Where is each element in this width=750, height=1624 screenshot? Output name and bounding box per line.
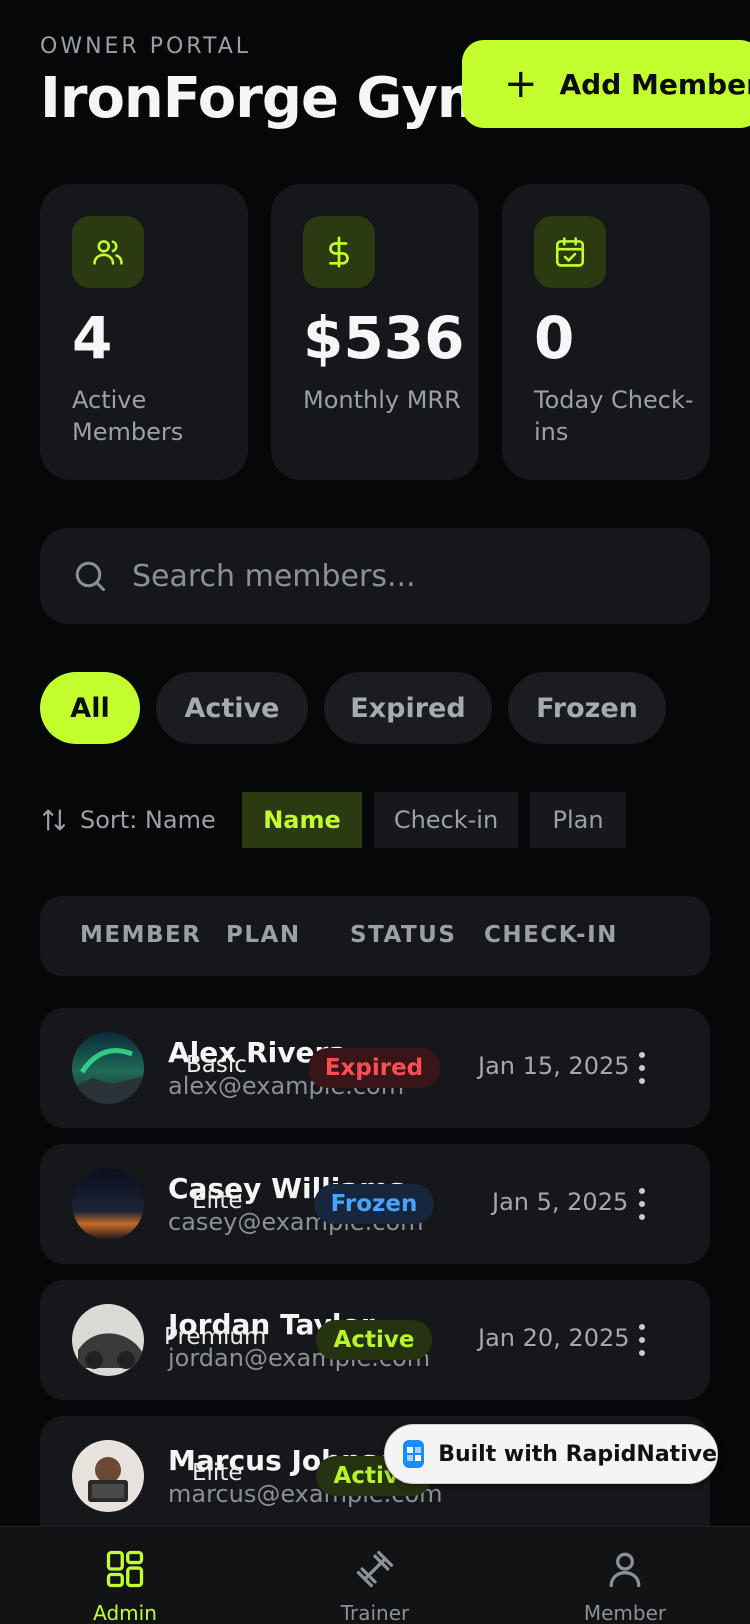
stat-card-monthly-mrr: $536 Monthly MRR [271,184,479,480]
stat-value: 4 [72,304,113,372]
built-with-badge[interactable]: Built with RapidNative [384,1424,718,1484]
dumbbell-icon [356,1550,394,1588]
sort-option-plan[interactable]: Plan [530,792,626,848]
table-row[interactable]: Alex Rivera alex@example.com Basic Expir… [40,1008,710,1128]
tab-member[interactable]: Member [545,1547,705,1624]
stat-card-today-checkins: 0 Today Check-ins [502,184,710,480]
stat-label: Monthly MRR [303,386,461,414]
table-row[interactable]: Casey Williams casey@example.com Elite F… [40,1144,710,1264]
checkin-date: Jan 20, 2025 [478,1324,630,1352]
status-badge: Frozen [314,1184,434,1224]
column-header-plan: PLAN [226,922,301,948]
column-header-status: STATUS [350,922,457,948]
filter-chip-frozen[interactable]: Frozen [508,672,666,744]
filter-chip-active[interactable]: Active [156,672,308,744]
page-title: IronForge Gym [40,66,495,131]
tab-trainer[interactable]: Trainer [295,1547,455,1624]
member-plan: Premium [164,1324,267,1350]
stat-label: Active Members [72,386,184,446]
filter-chip-all[interactable]: All [40,672,140,744]
member-plan: Basic [186,1052,247,1078]
tab-label: Member [583,1601,667,1624]
calendar-check-icon [534,216,606,288]
more-options-icon[interactable] [632,1320,652,1360]
tab-label: Admin [93,1601,157,1624]
table-row[interactable]: Jordan Taylor jordan@example.com Premium… [40,1280,710,1400]
stat-card-active-members: 4 Active Members [40,184,248,480]
column-header-member: MEMBER [80,922,202,948]
tab-admin[interactable]: Admin [45,1547,205,1624]
avatar [72,1168,144,1240]
add-member-button[interactable]: + Add Member [462,40,750,128]
checkin-date: Jan 5, 2025 [492,1188,629,1216]
users-icon [72,216,144,288]
sort-option-name[interactable]: Name [242,792,362,848]
search-bar [40,528,710,624]
rapidnative-logo-icon [403,1440,425,1468]
more-options-icon[interactable] [632,1184,652,1224]
avatar [72,1440,144,1512]
search-icon [75,561,105,591]
tab-label: Trainer [340,1601,410,1624]
built-with-text: Built with RapidNative [438,1441,717,1467]
status-badge: Active [316,1320,432,1360]
avatar [72,1032,144,1104]
stat-value: 0 [534,304,575,372]
sort-arrows-icon [42,809,66,831]
sort-option-checkin[interactable]: Check-in [374,792,518,848]
table-header: MEMBER PLAN STATUS CHECK-IN [40,896,710,976]
add-member-label: Add Member [559,67,750,101]
stat-label: Today Check-ins [534,386,694,446]
status-badge: Expired [308,1048,440,1088]
sort-label: Sort: Name [40,800,216,840]
member-plan: Elite [192,1460,243,1486]
search-input[interactable] [132,558,652,594]
portal-eyebrow: OWNER PORTAL [40,34,252,59]
column-header-checkin: CHECK-IN [484,922,618,948]
member-plan: Elite [192,1188,243,1214]
dashboard-grid-icon [106,1550,144,1588]
more-options-icon[interactable] [632,1048,652,1088]
dollar-icon [303,216,375,288]
checkin-date: Jan 15, 2025 [478,1052,630,1080]
sort-label-text: Sort: Name [80,806,216,834]
filter-chip-expired[interactable]: Expired [324,672,492,744]
bottom-tab-bar: Admin Trainer Member [0,1526,750,1624]
user-icon [609,1552,641,1588]
stat-value: $536 [303,304,465,372]
plus-icon: + [504,61,538,107]
avatar [72,1304,144,1376]
